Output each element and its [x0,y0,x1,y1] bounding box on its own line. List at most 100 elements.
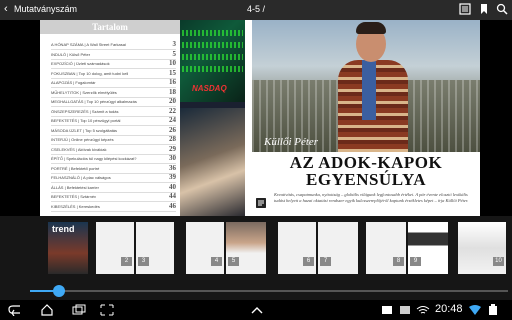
toc-row-title: A HÓNAP SZÁMA | A Wall Street Farkasai [51,42,126,47]
toc-row-page: 3 [172,40,177,48]
page-thumbnail[interactable]: 8 [366,222,406,274]
thumbnail-page-number: 7 [320,257,331,266]
system-bar: 20:48 [0,300,512,320]
page-thumbnail[interactable]: 5 [226,222,266,274]
toc-row[interactable]: FOKUSZBAN | Top 10 dolog, amit tudni kel… [51,69,176,79]
recent-apps-icon[interactable] [72,304,86,316]
toc-row-page: 24 [169,116,176,124]
page-thumbnail[interactable]: 7 [318,222,358,274]
person-figure [336,20,408,152]
page-thumbnail[interactable]: 2 [96,222,134,274]
toc-row-page: 22 [169,106,176,115]
toc-icon[interactable] [459,3,471,15]
notification-icon-2 [400,306,410,314]
publication-title: Mutatványszám [14,4,78,14]
toc-row[interactable]: MEGHALLGATÁS | Top 10 pénzügyi alkalmazá… [51,97,176,107]
page-slider[interactable] [0,282,512,300]
table-of-contents-page: Tartalom A HÓNAP SZÁMA | A Wall Street F… [40,20,180,216]
toc-row-page: 39 [169,173,176,181]
thumbnail-page-number: 6 [303,257,314,266]
toc-heading: Tartalom [40,20,180,34]
page-thumbnail[interactable]: 6 [278,222,316,274]
magazine-spread[interactable]: Tartalom A HÓNAP SZÁMA | A Wall Street F… [40,20,480,216]
toc-row[interactable]: ALAPOZÁS | Fogalomtár 16 [51,78,176,88]
toc-row-title: INDULÓ | Külső Péter [51,51,91,57]
notification-icon [382,306,392,314]
toc-row-title: BEFEKTETÉS | Top 10 pénzügyi portál [51,118,121,123]
toc-row-page: 46 [169,201,176,210]
page-indicator: 4-5 / [247,4,266,14]
toc-row[interactable]: MŰHELYTITOK | Szerzők elmélyülés 18 [51,88,176,98]
toc-row-page: 44 [169,192,176,200]
headline-line-1: AZ ADOK-KAPOK [289,153,443,172]
toc-row-page: 10 [169,59,176,67]
toc-row-title: FELHASZNÁLÓ | A piac válságos [51,175,111,180]
toc-row[interactable]: PORTRÉ | Befektető portré 36 [51,164,176,174]
toc-row-title: CSELEKVÉS | Aktívak kiválóak [51,146,107,152]
toc-row-page: 15 [169,68,176,77]
thumbnail-page-number: 5 [228,257,239,266]
article-page: Küllői Péter AZ ADOK-KAPOK EGYENSÚLYA Kr… [252,20,480,216]
toc-row-page: 36 [169,163,176,172]
toc-row-page: 18 [169,87,176,96]
page-thumbnail[interactable]: 10 [458,222,506,274]
page-thumbnail[interactable]: 9 [408,222,448,274]
toc-row-page: 16 [169,78,176,86]
wifi-signal-icon [469,305,481,315]
toc-row-title: EXPOZÍCIÓ | Üzleti számadások [51,61,110,66]
page-thumbnail[interactable]: trend [48,222,88,274]
toc-row-title: PORTRÉ | Befektető portré [51,165,100,171]
toc-row[interactable]: BEFEKTETÉS | Sztárnév 44 [51,192,176,202]
thumbnail-page-number: 2 [121,257,132,266]
toc-row[interactable]: MÁSODA ÜZLET | Top 5 szolgáltatás 26 [51,126,176,136]
toc-row[interactable]: ÁLLÁS | Befektetési karrier 40 [51,183,176,193]
clock: 20:48 [435,303,463,315]
toc-row[interactable]: FELHASZNÁLÓ | A piac válságos 39 [51,173,176,183]
toc-row[interactable]: ÖNSZEPSZEREZÉS | Számít a tudás 22 [51,107,176,117]
traders-hands-photo [180,108,245,216]
toc-row[interactable]: INTERJÚ | Online pénzügyi képzés 28 [51,135,176,145]
toc-row-title: ÖNSZEPSZEREZÉS | Számít a tudás [51,108,119,114]
slider-knob[interactable] [52,285,65,297]
article-text-icon[interactable] [256,198,266,208]
toc-row-page: 20 [169,97,176,105]
article-lead: Kreativitás, csapatmunka, nyitottság – g… [274,192,469,203]
toc-row-title: MŰHELYTITOK | Szerzők elmélyülés [51,89,117,95]
back-icon[interactable]: ‹ [4,3,8,15]
search-icon[interactable] [496,3,508,15]
thumbnail-page-number: 10 [493,257,504,266]
slider-track[interactable] [30,290,508,292]
battery-icon [489,304,497,315]
toc-row-page: 26 [169,125,176,134]
thumbnail-page-number: 8 [393,257,404,266]
toc-row[interactable]: BEFEKTETÉS | Top 10 pénzügyi portál 24 [51,116,176,126]
page-thumbnail[interactable]: 4 [186,222,224,274]
toc-row-title: BEFEKTETÉS | Sztárnév [51,194,97,199]
bookmark-icon[interactable] [478,3,490,15]
thumbnail-page-number: 3 [138,257,149,266]
toc-row-page: 28 [169,135,176,143]
toc-row[interactable]: A HÓNAP SZÁMA | A Wall Street Farkasai 3 [51,40,176,50]
chevron-up-icon[interactable] [250,304,264,316]
toc-row-title: ÉPÍTŐ | Spekulációs túl nagy kilépési ko… [51,156,137,161]
stock-ticker-photo: NASDAQ [180,20,245,102]
toc-row-page: 40 [169,182,176,191]
portrait-photo: Küllői Péter [252,20,480,152]
toc-row[interactable]: ÉPÍTŐ | Spekulációs túl nagy kilépési ko… [51,154,176,164]
toc-row-page: 29 [169,144,176,153]
toc-row[interactable]: CSELEKVÉS | Aktívak kiválóak 29 [51,145,176,155]
page-thumbnail[interactable]: 3 [136,222,174,274]
byline: Küllői Péter [264,136,319,148]
toc-row[interactable]: EXPOZÍCIÓ | Üzleti számadások 10 [51,59,176,69]
screenshot-icon[interactable] [100,304,114,316]
back-nav-icon[interactable] [8,304,22,316]
page-thumbnails-strip: trend 2 3 4 5 6 7 8 9 10 [0,216,512,282]
home-nav-icon[interactable] [40,304,54,316]
toc-row-title: ALAPOZÁS | Fogalomtár [51,80,96,85]
thumbnail-page-number: 9 [410,257,421,266]
toc-row[interactable]: KIBESZÉLÉS | Kereskedés 46 [51,202,176,212]
thumbnail-page-number: 4 [211,257,222,266]
toc-row[interactable]: INDULÓ | Külső Péter 5 [51,50,176,60]
stock-photos-column: NASDAQ [180,20,245,216]
toc-row-title: FOKUSZBAN | Top 10 dolog, amit tudni kel… [51,70,129,76]
